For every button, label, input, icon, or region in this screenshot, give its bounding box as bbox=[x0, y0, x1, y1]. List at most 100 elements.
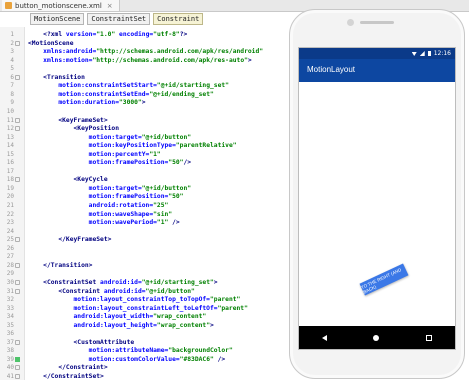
code-token: </ConstraintSet> bbox=[43, 373, 104, 380]
code-token: version= bbox=[65, 31, 97, 38]
nav-bar bbox=[299, 326, 455, 349]
code-token: "utf-8" bbox=[153, 31, 180, 38]
file-tab[interactable]: button_motionscene.xml × bbox=[2, 0, 120, 11]
code-token: android:rotation= bbox=[88, 202, 154, 209]
code-token: "@+id/starting_set" bbox=[141, 278, 214, 286]
fold-icon[interactable] bbox=[15, 279, 20, 285]
code-token: </Constraint> bbox=[58, 364, 108, 372]
code-token: ?> bbox=[179, 31, 188, 38]
code-token: <KeyCycle bbox=[73, 176, 108, 184]
fold-icon[interactable] bbox=[15, 339, 20, 345]
xml-file-icon bbox=[5, 2, 12, 9]
file-tab-label: button_motionscene.xml bbox=[15, 1, 102, 10]
motion-layout-content: TO THE RIGHT (AND BACK) bbox=[299, 82, 455, 327]
code-token: xmlns:android= bbox=[43, 48, 97, 56]
breadcrumb: MotionScene ConstraintSet Constraint bbox=[30, 13, 204, 25]
fold-icon[interactable] bbox=[15, 40, 20, 46]
code-token: motion:framePosition= bbox=[88, 193, 169, 201]
fold-icon[interactable] bbox=[15, 126, 20, 132]
back-icon[interactable] bbox=[322, 334, 328, 341]
code-token: "@+id/button" bbox=[141, 133, 192, 141]
move-button[interactable]: TO THE RIGHT (AND BACK) bbox=[359, 263, 409, 296]
close-tab-icon[interactable]: × bbox=[107, 2, 113, 10]
fold-icon[interactable] bbox=[15, 374, 20, 379]
code-editor[interactable]: 1 <?xml version="1.0" encoding="utf-8"?>… bbox=[0, 27, 290, 380]
code-token: <ConstraintSet bbox=[43, 278, 101, 286]
fold-icon[interactable] bbox=[15, 262, 20, 268]
breadcrumb-constraint[interactable]: Constraint bbox=[153, 13, 204, 25]
code-token: <MotionScene bbox=[28, 39, 74, 47]
recents-icon[interactable] bbox=[425, 334, 432, 341]
code-token: "#83DAC6" bbox=[179, 355, 214, 363]
camera-icon bbox=[347, 19, 354, 26]
code-token: <?xml bbox=[43, 31, 66, 38]
phone-frame: 12:16 MotionLayout TO THE RIGHT (AND BAC… bbox=[289, 9, 465, 379]
code-token: "1.0" bbox=[96, 31, 116, 38]
fold-icon[interactable] bbox=[15, 74, 20, 80]
code-token: encoding= bbox=[119, 31, 154, 38]
code-token: motion:keyPositionType= bbox=[88, 142, 176, 150]
code-token: motion:waveShape= bbox=[88, 210, 154, 218]
code-token: motion:wavePeriod= bbox=[88, 219, 157, 227]
status-time: 12:16 bbox=[433, 50, 451, 57]
code-token: android:layout_width= bbox=[73, 313, 154, 321]
fold-icon[interactable] bbox=[15, 288, 20, 294]
code-token: > bbox=[213, 278, 218, 286]
code-token: "parent" bbox=[217, 304, 248, 312]
code-token: "3000" bbox=[119, 99, 142, 107]
breadcrumb-motionscene[interactable]: MotionScene bbox=[30, 13, 85, 25]
code-token: > bbox=[247, 56, 252, 64]
code-token: "http://schemas.android.com/apk/res/andr… bbox=[96, 48, 264, 56]
status-bar: 12:16 bbox=[299, 48, 455, 59]
breadcrumb-constraintset[interactable]: ConstraintSet bbox=[87, 13, 151, 25]
code-token: "@+id/starting_set" bbox=[156, 82, 229, 90]
code-token: "50" bbox=[168, 159, 184, 167]
fold-icon[interactable] bbox=[15, 365, 20, 371]
code-token: xmlns:motion= bbox=[43, 56, 93, 64]
code-token: "parent" bbox=[209, 296, 241, 304]
fold-icon[interactable] bbox=[15, 237, 20, 243]
code-token: "backgroundColor" bbox=[168, 347, 233, 355]
fold-icon[interactable] bbox=[15, 117, 20, 123]
code-token: motion:customColorValue= bbox=[88, 355, 180, 363]
code-token: "parentRelative" bbox=[175, 142, 237, 150]
battery-icon bbox=[427, 51, 431, 56]
code-token: motion:percentY= bbox=[88, 150, 150, 158]
color-swatch-icon[interactable] bbox=[15, 356, 20, 362]
code-token: motion:duration= bbox=[58, 99, 120, 107]
phone-screen: 12:16 MotionLayout TO THE RIGHT (AND BAC… bbox=[298, 47, 456, 350]
home-icon[interactable] bbox=[373, 334, 380, 341]
fold-icon[interactable] bbox=[15, 177, 20, 183]
code-token: android:id= bbox=[100, 278, 142, 286]
code-token: /> bbox=[168, 219, 180, 227]
code-token: </KeyFrameSet> bbox=[58, 236, 112, 244]
app-title: MotionLayout bbox=[307, 65, 356, 74]
code-token: "50" bbox=[168, 193, 184, 201]
code-token: android:layout_height= bbox=[73, 321, 157, 329]
